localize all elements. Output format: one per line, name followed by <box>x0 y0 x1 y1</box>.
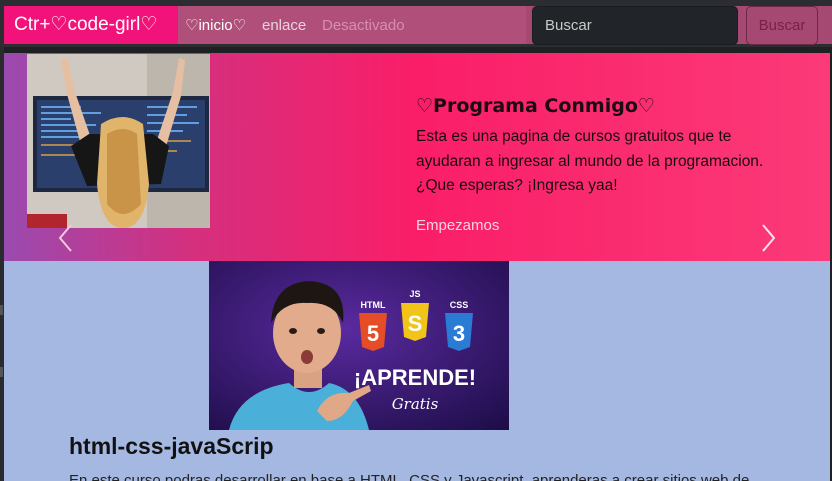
thumbnail-badge-js: JS <box>409 289 420 299</box>
search-button[interactable]: Buscar <box>746 6 818 45</box>
carousel-start-link[interactable]: Empezamos <box>416 217 499 234</box>
course-section: 5 S 3 HTML JS CSS ¡APRENDE! Gratis html-… <box>4 261 830 481</box>
chevron-left-icon <box>58 224 72 252</box>
thumbnail-headline: ¡APRENDE! <box>354 365 476 390</box>
edge-mark <box>0 367 3 377</box>
carousel-title: ♡Programa Conmigo♡ <box>416 95 655 117</box>
thumbnail-badge-css: CSS <box>450 300 469 310</box>
hero-carousel: ♡Programa Conmigo♡ Esta es una pagina de… <box>4 53 830 261</box>
edge-mark <box>0 305 3 315</box>
svg-text:S: S <box>408 311 423 336</box>
course-title: html-css-javaScrip <box>69 433 274 459</box>
navbar: Ctr+♡code-girl♡ ♡inicio♡ enlace Desactiv… <box>0 0 832 47</box>
carousel-next-button[interactable] <box>758 223 778 253</box>
thumbnail-illustration: 5 S 3 HTML JS CSS ¡APRENDE! Gratis <box>209 261 509 430</box>
chevron-right-icon <box>762 224 776 252</box>
thumbnail-badge-html: HTML <box>361 300 386 310</box>
photo-illustration <box>27 54 210 228</box>
carousel-photo <box>27 54 210 228</box>
svg-text:3: 3 <box>453 321 465 346</box>
svg-text:5: 5 <box>367 321 379 346</box>
carousel-text: Esta es una pagina de cursos gratuitos q… <box>416 128 764 194</box>
nav-link-enlace[interactable]: enlace <box>262 6 306 44</box>
carousel-prev-button[interactable] <box>56 223 76 253</box>
thumbnail-tagline: Gratis <box>392 395 439 413</box>
course-thumbnail[interactable]: 5 S 3 HTML JS CSS ¡APRENDE! Gratis <box>209 261 509 430</box>
nav-link-desactivado: Desactivado <box>322 17 405 34</box>
brand-logo[interactable]: Ctr+♡code-girl♡ <box>4 6 178 44</box>
nav-link-inicio[interactable]: ♡inicio♡ <box>185 6 246 44</box>
search-input[interactable] <box>532 6 738 45</box>
course-description: En este curso podras desarrollar en base… <box>69 472 762 481</box>
